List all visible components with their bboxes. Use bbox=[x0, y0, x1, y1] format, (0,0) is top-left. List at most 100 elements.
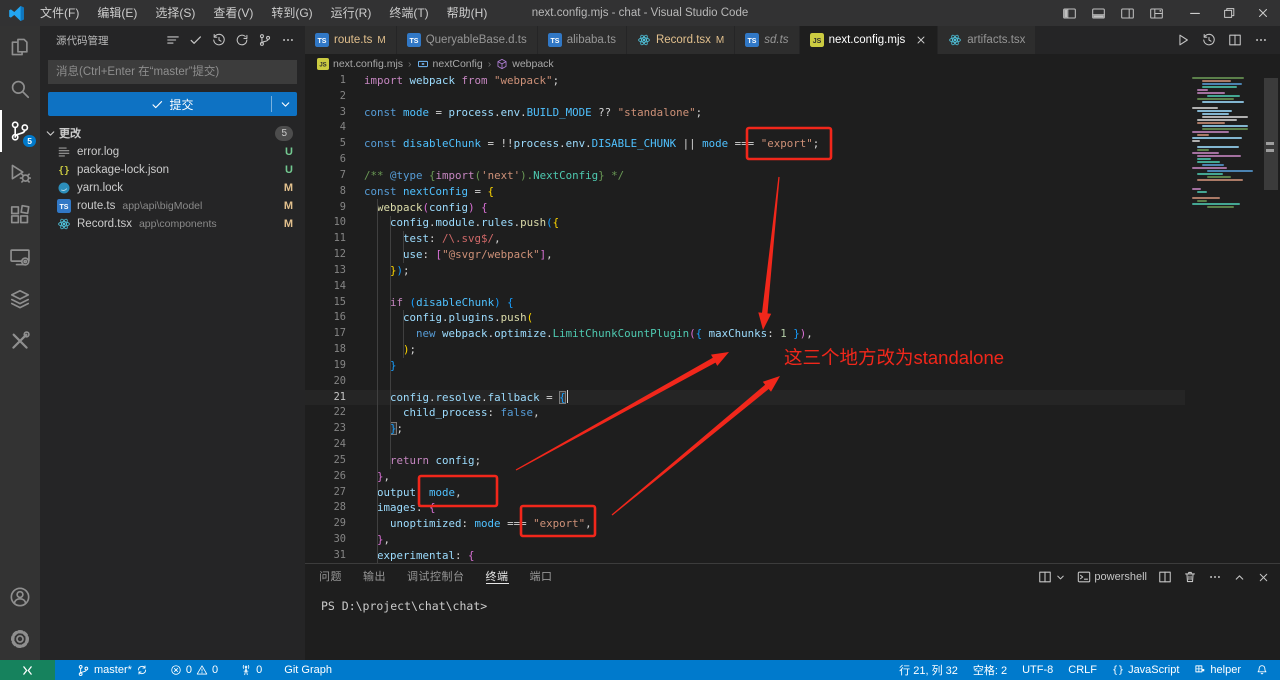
editor-scrollbar[interactable] bbox=[1262, 54, 1280, 563]
statusbar-remote-indicator[interactable] bbox=[0, 660, 55, 680]
scm-action-listfilter[interactable] bbox=[166, 33, 180, 47]
close-panel-button[interactable] bbox=[1257, 571, 1270, 584]
statusbar-helper-extension[interactable]: helper bbox=[1194, 664, 1241, 676]
panel-tab-问题[interactable]: 问题 bbox=[319, 571, 342, 583]
activity-bar-item-account[interactable] bbox=[0, 576, 40, 618]
code-editor[interactable]: 1import webpack from "webpack";23const m… bbox=[305, 73, 1185, 563]
activity-bar-item-tools[interactable] bbox=[0, 320, 40, 362]
statusbar-git-graph[interactable]: Git Graph bbox=[284, 664, 332, 676]
close-window-button[interactable] bbox=[1246, 0, 1280, 26]
scm-file-yarn.lock[interactable]: yarn.lockM bbox=[40, 179, 305, 197]
close-tab-button[interactable] bbox=[915, 34, 927, 46]
line-number: 2 bbox=[305, 89, 346, 105]
minimap-line bbox=[1197, 179, 1243, 181]
kill-terminal-button[interactable] bbox=[1183, 570, 1197, 584]
tab-QueryableBase.d.ts[interactable]: TSQueryableBase.d.ts bbox=[397, 26, 537, 54]
minimap-line bbox=[1202, 125, 1248, 127]
activity-bar-item-run-debug[interactable] bbox=[0, 152, 40, 194]
activity-bar-item-search[interactable] bbox=[0, 68, 40, 110]
menu-item-run[interactable]: 运行(R) bbox=[322, 0, 381, 26]
restore-button[interactable] bbox=[1212, 0, 1246, 26]
menu-item-goto[interactable]: 转到(G) bbox=[262, 0, 321, 26]
minimize-button[interactable] bbox=[1178, 0, 1212, 26]
breadcrumb-item-next.config.mjs[interactable]: JSnext.config.mjs bbox=[317, 58, 403, 70]
toggle-panel-button[interactable] bbox=[1091, 6, 1106, 21]
tab-Record.tsx[interactable]: Record.tsxM bbox=[627, 26, 734, 54]
scm-action-check[interactable] bbox=[189, 33, 203, 47]
minimap-line bbox=[1190, 182, 1262, 184]
commit-button[interactable]: 提交 bbox=[48, 92, 297, 116]
scrollbar-thumb[interactable] bbox=[1264, 78, 1278, 190]
statusbar-problems[interactable]: 00 bbox=[170, 664, 218, 676]
ts-file-icon: TS bbox=[548, 33, 562, 47]
code-line-3: 3const mode = process.env.BUILD_MODE ?? … bbox=[305, 105, 1185, 121]
tab-next.config.mjs[interactable]: JSnext.config.mjs bbox=[800, 26, 938, 54]
breadcrumb-item-nextConfig[interactable]: nextConfig bbox=[417, 58, 483, 70]
panel-tab-端口[interactable]: 端口 bbox=[530, 571, 553, 583]
scm-action-history[interactable] bbox=[212, 33, 226, 47]
scm-action-more[interactable] bbox=[281, 33, 295, 47]
menu-item-terminal[interactable]: 终端(T) bbox=[380, 0, 437, 26]
statusbar-git-branch[interactable]: master* bbox=[77, 664, 148, 677]
menu-item-selection[interactable]: 选择(S) bbox=[146, 0, 204, 26]
statusbar-cursor-position[interactable]: 行 21, 列 32 bbox=[899, 662, 958, 678]
scm-file-route.ts[interactable]: TSroute.tsapp\api\bigModelM bbox=[40, 197, 305, 215]
minimap-line bbox=[1190, 143, 1262, 145]
terminal-instance-powershell[interactable]: powershell bbox=[1077, 570, 1147, 584]
menu-item-edit[interactable]: 编辑(E) bbox=[88, 0, 146, 26]
more-actions-button[interactable] bbox=[1254, 33, 1268, 47]
minimap[interactable] bbox=[1190, 54, 1262, 563]
split-terminal-button[interactable] bbox=[1158, 570, 1172, 584]
minimap-line bbox=[1202, 116, 1248, 118]
customize-layout-button[interactable] bbox=[1149, 6, 1164, 21]
tab-route.ts[interactable]: TSroute.tsM bbox=[305, 26, 396, 54]
maximize-panel-button[interactable] bbox=[1233, 571, 1246, 584]
line-number: 10 bbox=[305, 215, 346, 231]
toggle-sidebar-button[interactable] bbox=[1062, 6, 1077, 21]
run-file-button[interactable] bbox=[1176, 33, 1190, 47]
scm-file-Record.tsx[interactable]: Record.tsxapp\componentsM bbox=[40, 215, 305, 233]
statusbar-encoding[interactable]: UTF-8 bbox=[1022, 664, 1053, 676]
activity-bar-item-remote-explorer[interactable] bbox=[0, 236, 40, 278]
commit-message-input[interactable] bbox=[48, 60, 297, 84]
activity-bar-item-layers[interactable] bbox=[0, 278, 40, 320]
changes-section-header[interactable]: 更改 5 bbox=[40, 123, 305, 143]
timeline-button[interactable] bbox=[1202, 33, 1216, 47]
code-line-18: 18 ); bbox=[305, 342, 1185, 358]
code-line-7: 7/** @type {import('next').NextConfig} *… bbox=[305, 168, 1185, 184]
split-editor-button[interactable] bbox=[1228, 33, 1242, 47]
scm-file-package-lock.json[interactable]: {}package-lock.jsonU bbox=[40, 161, 305, 179]
breadcrumb-item-webpack[interactable]: webpack bbox=[496, 58, 553, 70]
menu-item-file[interactable]: 文件(F) bbox=[31, 0, 88, 26]
menu-item-help[interactable]: 帮助(H) bbox=[438, 0, 497, 26]
toggle-secondary-sidebar-button[interactable] bbox=[1120, 6, 1135, 21]
statusbar-language-mode[interactable]: {}JavaScript bbox=[1112, 664, 1179, 676]
minimap-line bbox=[1202, 101, 1244, 103]
menu-item-view[interactable]: 查看(V) bbox=[204, 0, 262, 26]
tab-artifacts.tsx[interactable]: artifacts.tsx bbox=[938, 26, 1035, 54]
tab-sd.ts[interactable]: TSsd.ts bbox=[735, 26, 798, 54]
new-terminal-dropdown[interactable] bbox=[1038, 570, 1066, 584]
activity-bar-item-source-control[interactable]: 5 bbox=[0, 110, 40, 152]
scm-file-error.log[interactable]: error.logU bbox=[40, 143, 305, 161]
statusbar-ports[interactable]: 0 bbox=[240, 664, 262, 676]
layers-icon bbox=[9, 288, 31, 310]
activity-bar-item-explorer[interactable] bbox=[0, 26, 40, 68]
statusbar-eol[interactable]: CRLF bbox=[1068, 664, 1097, 676]
panel-actions: powershell bbox=[1038, 570, 1270, 584]
activity-bar-item-settings[interactable] bbox=[0, 618, 40, 660]
activity-bar-item-extensions[interactable] bbox=[0, 194, 40, 236]
terminal[interactable]: PS D:\project\chat\chat> bbox=[305, 590, 1280, 660]
chevron-down-icon[interactable] bbox=[279, 98, 292, 111]
panel-tab-调试控制台[interactable]: 调试控制台 bbox=[407, 571, 465, 583]
minimap-line bbox=[1192, 203, 1240, 205]
statusbar-notifications-bell[interactable] bbox=[1256, 664, 1268, 676]
tab-alibaba.ts[interactable]: TSalibaba.ts bbox=[538, 26, 626, 54]
panel-tab-输出[interactable]: 输出 bbox=[363, 571, 386, 583]
scm-action-refresh[interactable] bbox=[235, 33, 249, 47]
scm-action-branch[interactable] bbox=[258, 33, 272, 47]
statusbar-indentation[interactable]: 空格: 2 bbox=[973, 662, 1007, 678]
editor-group: TSroute.tsMTSQueryableBase.d.tsTSalibaba… bbox=[305, 26, 1280, 660]
panel-tab-终端[interactable]: 终端 bbox=[486, 571, 509, 584]
panel-more-actions[interactable] bbox=[1208, 570, 1222, 584]
